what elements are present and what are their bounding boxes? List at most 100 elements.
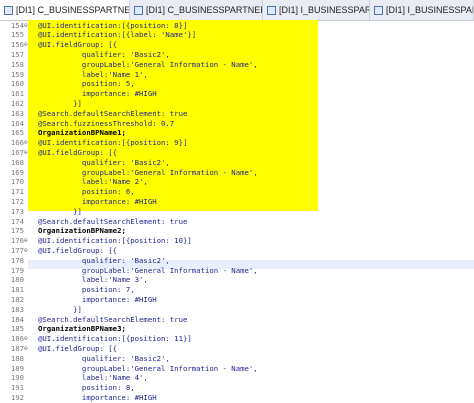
code-line[interactable]: 185 OrganizationBPName3; (0, 324, 474, 334)
code-text: }] (38, 304, 82, 314)
code-text: qualifier: 'Basic2', (38, 255, 170, 265)
code-text: label:'Name 3', (38, 275, 148, 285)
fold-toggle-icon[interactable]: ⊖ (24, 344, 29, 354)
line-number: 180 (10, 275, 24, 285)
tab-i-businesspartnertp[interactable]: [DI1] I_BUSINESSPARTNERTP (263, 0, 370, 20)
code-text: label:'Name 1', (38, 69, 148, 79)
code-text: @UI.fieldGroup: [{ (38, 343, 118, 353)
code-text: @UI.fieldGroup: [{ (38, 147, 118, 157)
code-line[interactable]: 192 importance: #HIGH (0, 393, 474, 403)
code-line[interactable]: 164 @Search.fuzzinessThreshold: 0.7 (0, 119, 474, 129)
code-line[interactable]: 182 importance: #HIGH (0, 295, 474, 305)
code-line[interactable]: 191 position: 8, (0, 383, 474, 393)
line-number: 182 (10, 294, 24, 304)
tab-c-businesspartnercustomer-1[interactable]: [DI1] C_BUSINESSPARTNERCUSTOMER (0, 0, 130, 20)
tab-label: [DI1] I_BUSINESSPARTNER (386, 5, 473, 15)
code-text: label:'Name 4', (38, 373, 148, 383)
code-text: @Search.defaultSearchElement: true (38, 108, 188, 118)
code-text: }] (38, 98, 82, 108)
fold-toggle-icon[interactable]: ⊖ (24, 246, 29, 256)
fold-toggle-icon[interactable]: ⊖ (24, 21, 29, 31)
code-text: groupLabel:'General Information - Name', (38, 167, 258, 177)
code-text: position: 6, (38, 187, 135, 197)
code-line[interactable]: 186 ⊖ @UI.identification:[{position: 11}] (0, 334, 474, 344)
cds-file-icon (134, 5, 143, 15)
editor-tab-bar: [DI1] C_BUSINESSPARTNERCUSTOMER [DI1] C_… (0, 0, 474, 21)
cds-file-icon (4, 5, 13, 15)
code-text: OrganizationBPName1; (38, 128, 126, 138)
line-number: 185 (10, 324, 24, 334)
code-line[interactable]: 166 ⊖ @UI.identification:[{position: 9}] (0, 138, 474, 148)
line-number: 179 (10, 265, 24, 275)
code-line[interactable]: 169 groupLabel:'General Information - Na… (0, 168, 474, 178)
line-number: 160 (10, 79, 24, 89)
line-number: 165 (10, 128, 24, 138)
line-number: 187 (10, 343, 24, 353)
fold-toggle-icon[interactable]: ⊖ (24, 148, 29, 158)
code-line[interactable]: 183 }] (0, 305, 474, 315)
code-text: groupLabel:'General Information - Name', (38, 59, 258, 69)
line-number: 166 (10, 138, 24, 148)
code-line[interactable]: 175 OrganizationBPName2; (0, 226, 474, 236)
line-number: 164 (10, 118, 24, 128)
code-text: groupLabel:'General Information - Name', (38, 363, 258, 373)
code-editor[interactable]: 154 ⊖ @UI.identification:[{position: 8}] 15… (0, 20, 474, 402)
code-line[interactable]: 188 qualifier: 'Basic2', (0, 354, 474, 364)
line-number: 176 (10, 236, 24, 246)
line-number: 171 (10, 187, 24, 197)
code-line[interactable]: 177 ⊖ @UI.fieldGroup: [{ (0, 246, 474, 256)
code-line[interactable]: 167 ⊖ @UI.fieldGroup: [{ (0, 148, 474, 158)
code-line[interactable]: 187 ⊖ @UI.fieldGroup: [{ (0, 344, 474, 354)
code-line[interactable]: 159 label:'Name 1', (0, 70, 474, 80)
code-text: qualifier: 'Basic2', (38, 157, 170, 167)
fold-toggle-icon[interactable]: ⊖ (24, 334, 29, 344)
code-line[interactable]: 162 }] (0, 99, 474, 109)
code-line[interactable]: 157 qualifier: 'Basic2', (0, 50, 474, 60)
code-text: importance: #HIGH (38, 294, 157, 304)
code-line[interactable]: 176 ⊖ @UI.identification:[{position: 10}] (0, 236, 474, 246)
line-number: 167 (10, 147, 24, 157)
code-line[interactable]: 160 position: 5, (0, 79, 474, 89)
code-line[interactable]: 180 label:'Name 3', (0, 275, 474, 285)
tab-label: [DI1] C_BUSINESSPARTNERCUSTOMER (16, 5, 130, 15)
code-line[interactable]: 172 importance: #HIGH (0, 197, 474, 207)
code-line[interactable]: 173 }] (0, 207, 474, 217)
code-line[interactable]: 170 label:'Name 2', (0, 177, 474, 187)
line-number: 163 (10, 108, 24, 118)
code-line[interactable]: 174 @Search.defaultSearchElement: true (0, 217, 474, 227)
line-number: 159 (10, 69, 24, 79)
line-number: 190 (10, 373, 24, 383)
code-line[interactable]: 168 qualifier: 'Basic2', (0, 158, 474, 168)
tab-i-businesspartner[interactable]: [DI1] I_BUSINESSPARTNER (370, 0, 474, 20)
code-line[interactable]: 179 groupLabel:'General Information - Na… (0, 266, 474, 276)
line-number: 184 (10, 314, 24, 324)
code-line[interactable]: 163 @Search.defaultSearchElement: true (0, 109, 474, 119)
tab-c-businesspartnercustomer-2[interactable]: [DI1] C_BUSINESSPARTNERCUSTOMER × (130, 0, 263, 20)
line-number: 191 (10, 383, 24, 393)
code-line[interactable]: 189 groupLabel:'General Information - Na… (0, 364, 474, 374)
line-number: 178 (10, 255, 24, 265)
code-line[interactable]: 156 ⊖ @UI.fieldGroup: [{ (0, 40, 474, 50)
code-text: @Search.defaultSearchElement: true (38, 216, 188, 226)
code-line[interactable]: 190 label:'Name 4', (0, 373, 474, 383)
code-text: @UI.identification:[{position: 9}] (38, 138, 188, 148)
code-line[interactable]: 178 qualifier: 'Basic2', (0, 256, 474, 266)
code-line[interactable]: 158 groupLabel:'General Information - Na… (0, 60, 474, 70)
line-number: 161 (10, 89, 24, 99)
code-text: position: 7, (38, 285, 135, 295)
code-line[interactable]: 165 OrganizationBPName1; (0, 128, 474, 138)
code-line[interactable]: 154 ⊖ @UI.identification:[{position: 8}] (0, 21, 474, 31)
code-text: @Search.fuzzinessThreshold: 0.7 (38, 118, 175, 128)
code-line[interactable]: 184 @Search.defaultSearchElement: true (0, 315, 474, 325)
code-line[interactable]: 155 @UI.identification:[{label: 'Name'}] (0, 30, 474, 40)
code-line[interactable]: 171 position: 6, (0, 187, 474, 197)
fold-toggle-icon[interactable]: ⊖ (24, 40, 29, 50)
code-line[interactable]: 181 position: 7, (0, 285, 474, 295)
tab-label: [DI1] I_BUSINESSPARTNERTP (279, 5, 369, 15)
fold-toggle-icon[interactable]: ⊖ (24, 236, 29, 246)
line-number: 158 (10, 59, 24, 69)
fold-toggle-icon[interactable]: ⊖ (24, 138, 29, 148)
line-number: 192 (10, 392, 24, 402)
code-line[interactable]: 161 importance: #HIGH (0, 89, 474, 99)
line-number: 174 (10, 216, 24, 226)
